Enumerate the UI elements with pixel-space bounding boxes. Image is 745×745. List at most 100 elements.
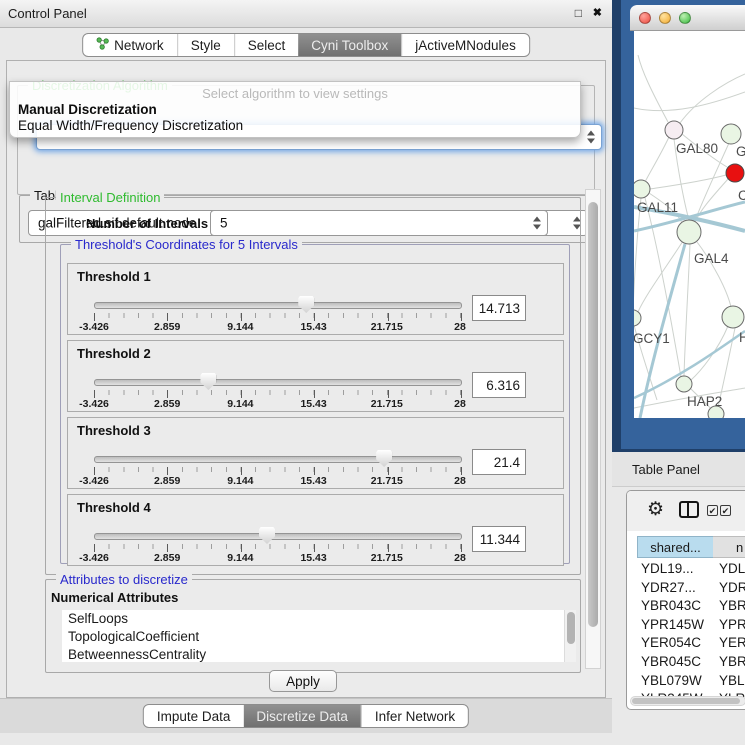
checkbox-icon[interactable]: ✔ [707,505,718,516]
tab-label: Discretize Data [256,709,348,724]
threshold-slider[interactable] [94,379,462,386]
minimize-traffic-light-icon[interactable] [659,12,671,24]
scrollbar-thumb[interactable] [588,202,598,627]
control-panel-titlebar: Control Panel □ ✖ [0,0,612,28]
threshold-panel: Threshold 4 -3.426 2.859 9.144 15.43 [67,494,564,566]
node-gal11[interactable] [634,180,650,198]
threshold-label: Threshold 4 [77,500,151,515]
close-traffic-light-icon[interactable] [639,12,651,24]
table-row[interactable]: YBR043CYBR0 [627,597,745,616]
network-window-titlebar[interactable] [630,5,745,31]
tab-style[interactable]: Style [177,34,234,56]
table-row[interactable]: YIL052CYIL0 [627,709,745,710]
gear-icon[interactable]: ⚙ [647,498,664,521]
slider-ticks [94,467,461,475]
interval-definition-group: Interval Definition Number of Intervals … [45,197,581,575]
table-row[interactable]: YDR27...YDR2 [627,579,745,598]
threshold-value-input[interactable]: 14.713 [472,295,526,321]
scrollbar-thumb[interactable] [567,612,575,644]
tab-label: Select [248,38,286,53]
node-label: GAL4 [694,251,729,266]
threshold-label: Threshold 3 [77,423,151,438]
group-title: Threshold's Coordinates for 5 Intervals [71,237,302,252]
tick-labels: -3.426 2.859 9.144 15.43 21.715 28 [94,321,460,333]
scrollbar-thumb[interactable] [632,698,740,704]
threshold-slider[interactable] [94,533,462,540]
num-intervals-combobox[interactable]: 5 [210,210,548,236]
node-selected-red[interactable] [726,164,744,182]
dropdown-item-equal-width-frequency[interactable]: Equal Width/Frequency Discretization [18,118,243,133]
columns-icon[interactable] [679,501,699,518]
node-label: GAL80 [676,141,718,156]
tab-label: Impute Data [157,709,231,724]
threshold-value-input[interactable]: 6.316 [472,372,526,398]
column-header-shared-name[interactable]: shared... [637,536,714,558]
panel-scrollbar[interactable] [585,189,601,669]
table-header: shared... n [627,536,745,559]
checkbox-icon[interactable]: ✔ [720,505,731,516]
slider-thumb[interactable] [376,450,392,467]
cyni-toolbox-panel: Discretization Algorithm Select algorith… [6,60,606,698]
table-row[interactable]: YBR045CYBR0 [627,653,745,672]
attributes-group: Attributes to discretize Numerical Attri… [45,579,581,673]
numerical-attributes-list[interactable]: SelfLoops TopologicalCoefficient Between… [62,610,576,662]
list-scrollbar[interactable] [564,610,576,662]
table-hscrollbar[interactable] [630,696,745,706]
node-gal80[interactable] [665,121,683,139]
node[interactable] [721,124,741,144]
node-label: GCY1 [634,331,670,346]
tab-network[interactable]: Network [83,34,177,56]
dropdown-item-manual-discretization[interactable]: Manual Discretization [18,102,157,117]
tab-label: Style [191,38,221,53]
slider-thumb[interactable] [200,373,216,390]
tab-infer-network[interactable]: Infer Network [361,705,468,727]
num-intervals-label: Number of Intervals [86,216,208,231]
stepper-arrows-icon [587,131,595,144]
tab-label: Network [114,38,164,53]
zoom-traffic-light-icon[interactable] [679,12,691,24]
list-item[interactable]: SelfLoops [62,610,576,628]
tab-select[interactable]: Select [234,34,299,56]
slider-thumb[interactable] [298,296,314,313]
network-window: GAL80 GAL11 GAL4 GCY1 HAP2 GA C H [612,0,745,452]
threshold-value-input[interactable]: 11.344 [472,526,526,552]
tab-label: Infer Network [375,709,455,724]
tab-impute-data[interactable]: Impute Data [144,705,244,727]
threshold-slider[interactable] [94,456,462,463]
group-title: Attributes to discretize [56,572,192,587]
threshold-value-input[interactable]: 21.4 [472,449,526,475]
slider-ticks [94,313,461,321]
threshold-label: Threshold 2 [77,346,151,361]
column-header-name[interactable]: n [713,536,745,558]
table-panel-title: Table Panel [632,462,700,477]
table-row[interactable]: YER054CYER0 [627,634,745,653]
table-row[interactable]: YBL079WYBL0 [627,672,745,691]
tab-cyni-toolbox[interactable]: Cyni Toolbox [298,34,401,56]
node[interactable] [722,306,744,328]
table-row[interactable]: YPR145WYPR1 [627,616,745,635]
threshold-slider[interactable] [94,302,462,309]
network-canvas[interactable]: GAL80 GAL11 GAL4 GCY1 HAP2 GA C H [634,31,745,418]
table-row[interactable]: YDL19...YDL1 [627,560,745,579]
table-panel-window: ⚙ ✔ ✔ shared... n YDL19...YDL1 YDR27...Y… [626,490,745,710]
list-item[interactable]: TopologicalCoefficient [62,628,576,646]
node-gal4[interactable] [677,220,701,244]
bottom-tab-bar: Impute Data Discretize Data Infer Networ… [143,704,469,728]
table-rows: YDL19...YDL1 YDR27...YDR2 YBR043CYBR0 YP… [627,560,745,710]
node-gcy1[interactable] [634,310,641,326]
list-item[interactable]: BetweennessCentrality [62,646,576,662]
tab-jactivemnodules[interactable]: jActiveMNodules [401,34,529,56]
slider-thumb[interactable] [259,527,275,544]
control-panel-window: Control Panel □ ✖ Network Style [0,0,613,745]
network-graph: GAL80 GAL11 GAL4 GCY1 HAP2 GA C H [634,31,745,418]
tab-label: Cyni Toolbox [311,38,388,53]
numerical-attributes-label: Numerical Attributes [51,590,178,605]
tab-discretize-data[interactable]: Discretize Data [243,705,361,727]
slider-ticks [94,544,461,552]
network-icon [96,37,109,53]
float-window-icon[interactable]: □ [575,6,582,20]
node-hap2[interactable] [676,376,692,392]
apply-button[interactable]: Apply [269,670,337,692]
slider-ticks [94,390,461,398]
close-panel-icon[interactable]: ✖ [593,6,602,19]
